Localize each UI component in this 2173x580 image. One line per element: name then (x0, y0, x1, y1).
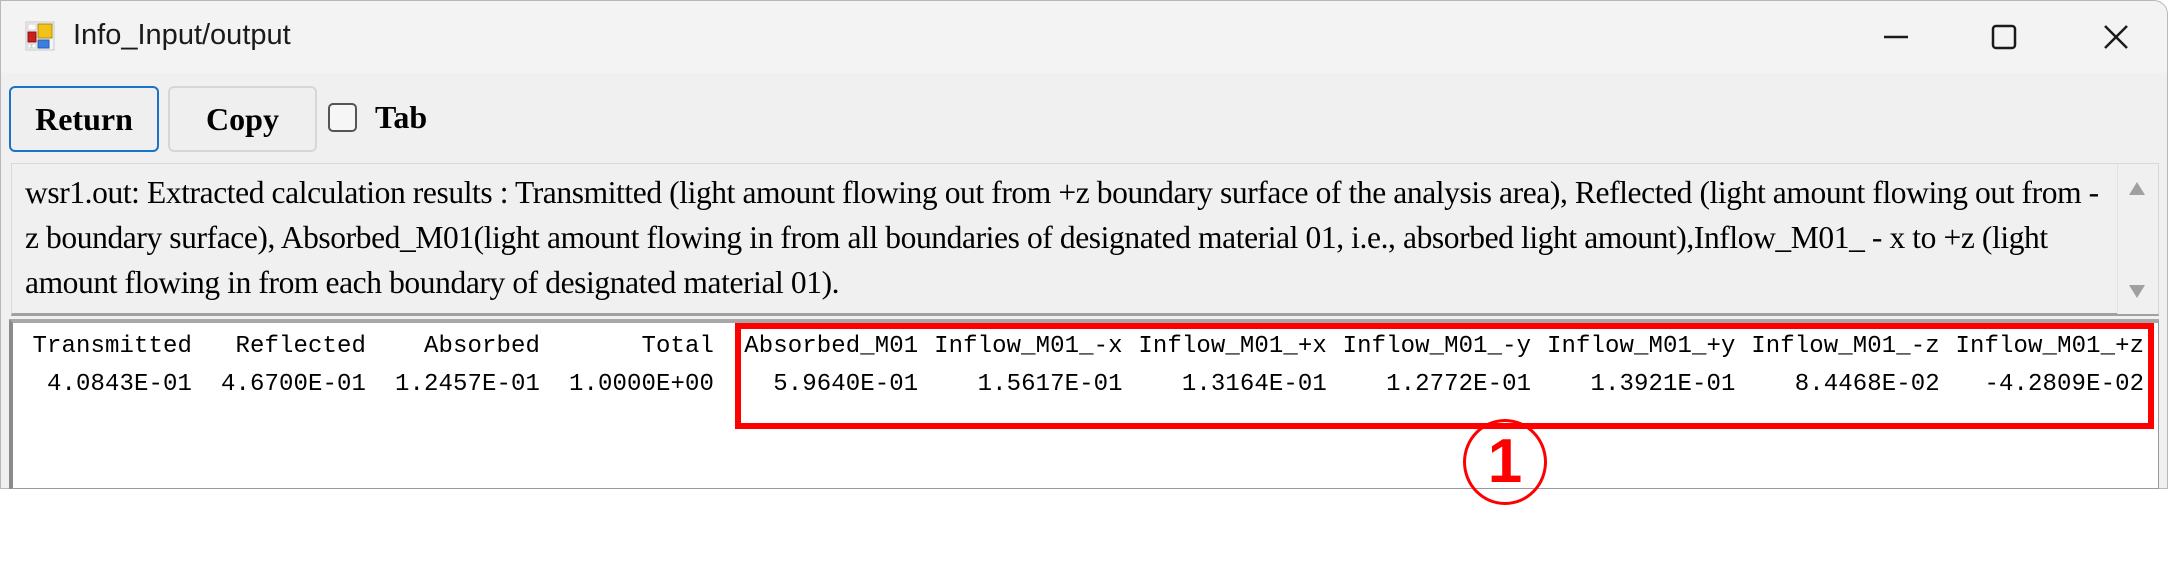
tab-checkbox-label[interactable]: Tab (375, 99, 427, 136)
close-icon (2104, 25, 2128, 49)
description-text: wsr1.out: Extracted calculation results … (25, 175, 2099, 300)
close-button[interactable] (2071, 9, 2161, 65)
return-button[interactable]: Return (9, 86, 159, 152)
value-cell: 1.0000E+00 (568, 371, 714, 398)
header-cell: Transmitted (32, 333, 192, 360)
minimize-button[interactable] (1851, 9, 1941, 65)
value-cell: 4.0843E-01 (46, 371, 192, 398)
description-scrollbar[interactable] (2117, 164, 2158, 314)
header-cell: Reflected (235, 333, 366, 360)
app-form-icon (25, 21, 55, 51)
title-bar[interactable]: Info_Input/output (1, 1, 2167, 73)
highlight-box-annotation (735, 323, 2154, 429)
scroll-down-arrow-icon[interactable] (2129, 285, 2145, 298)
tab-checkbox[interactable] (328, 103, 357, 132)
scroll-up-arrow-icon[interactable] (2129, 182, 2145, 195)
value-cell: 1.2457E-01 (394, 371, 540, 398)
minimize-icon (1884, 35, 1908, 39)
header-cell: Total (641, 333, 714, 360)
maximize-button[interactable] (1959, 9, 2049, 65)
value-cell: 4.6700E-01 (220, 371, 366, 398)
window-title: Info_Input/output (73, 19, 291, 51)
description-textbox[interactable]: wsr1.out: Extracted calculation results … (11, 163, 2159, 316)
copy-button[interactable]: Copy (168, 86, 317, 152)
circled-number-annotation: 1 (1463, 419, 1547, 505)
maximize-icon (1991, 24, 2017, 50)
header-cell: Absorbed (423, 333, 540, 360)
